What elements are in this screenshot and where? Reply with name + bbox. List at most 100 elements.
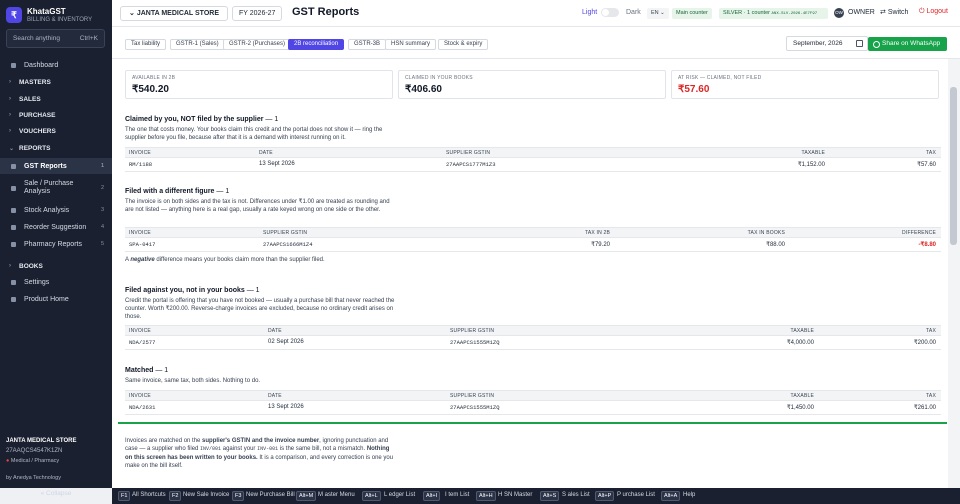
- shortcut-label[interactable]: P urchase List: [617, 492, 655, 498]
- reorder-icon: [11, 224, 16, 230]
- shortcut-label[interactable]: M aster Menu: [318, 492, 355, 498]
- shortcut-label[interactable]: New Sale Invoice: [183, 492, 229, 498]
- section-title-not-filed: Claimed by you, NOT filed by the supplie…: [125, 116, 278, 123]
- shortcut-label[interactable]: All Shortcuts: [132, 492, 166, 498]
- sidebar-item-purchase[interactable]: › PURCHASE: [0, 107, 112, 123]
- avatar[interactable]: OW: [834, 8, 844, 18]
- tab-hsn-summary[interactable]: HSN summary: [385, 39, 437, 50]
- summary-card-at-risk: AT RISK — CLAIMED, NOT FILED ₹57.60: [671, 70, 939, 99]
- sidebar-item-sale-purchase-analysis[interactable]: Sale / Purchase Analysis 2: [0, 177, 112, 199]
- table-row: RM/1188 13 Sept 2026 27AAPCS1777M1Z3 ₹1,…: [125, 158, 941, 172]
- shortcut-key[interactable]: Alt+H: [476, 491, 496, 501]
- column-header: SUPPLIER GSTIN: [263, 230, 308, 236]
- sidebar-item-product-home[interactable]: Product Home: [0, 291, 112, 307]
- tab-2b-reconciliation[interactable]: 2B reconciliation: [288, 39, 345, 50]
- sidebar-item-pharmacy-reports[interactable]: Pharmacy Reports 5: [0, 236, 112, 252]
- counter-badge: Main counter: [672, 8, 712, 19]
- column-header: TAX IN 2B: [584, 230, 610, 236]
- sidebar-item-stock-analysis[interactable]: Stock Analysis 3: [0, 202, 112, 218]
- sidebar-item-masters[interactable]: › MASTERS: [0, 74, 112, 90]
- tab-gstr2[interactable]: GSTR-2 (Purchases): [223, 39, 292, 50]
- shortcut-key[interactable]: Alt+S: [540, 491, 560, 501]
- language-label: EN: [651, 10, 659, 16]
- column-header: SUPPLIER GSTIN: [450, 328, 495, 334]
- month-picker[interactable]: September, 2026: [786, 36, 868, 51]
- tax-cell: ₹261.00: [913, 405, 936, 411]
- sidebar-item-label: VOUCHERS: [19, 127, 56, 135]
- shortcut-key[interactable]: Alt+L: [362, 491, 381, 501]
- stock-icon: [11, 207, 16, 213]
- sidebar-item-reorder-suggestion[interactable]: Reorder Suggestion 4: [0, 219, 112, 235]
- sidebar-item-dashboard[interactable]: Dashboard: [0, 57, 112, 73]
- switch-button[interactable]: ⇄ Switch: [880, 8, 908, 16]
- shortcut-key[interactable]: Alt+P: [595, 491, 615, 501]
- column-header: TAX: [926, 328, 936, 334]
- column-header: TAXABLE: [801, 150, 825, 156]
- date-cell: 13 Sept 2026: [268, 404, 304, 410]
- section-title-matched: Matched — 1: [125, 367, 168, 374]
- tab-stock-expiry[interactable]: Stock & expiry: [438, 39, 489, 50]
- logout-button[interactable]: ⏻ Logout: [919, 8, 948, 16]
- shortcut-label[interactable]: L edger List: [384, 492, 415, 498]
- shortcut-label[interactable]: H SN Master: [498, 492, 532, 498]
- column-header: SUPPLIER GSTIN: [450, 393, 495, 399]
- column-header: DIFFERENCE: [902, 230, 936, 236]
- collapse-button[interactable]: « Collapse: [0, 490, 112, 497]
- app-name: KhataGST: [27, 7, 66, 16]
- difference-cell: -₹8.80: [918, 242, 937, 248]
- shortcut-key[interactable]: F3: [232, 491, 245, 501]
- invoice-cell: SPA-0417: [129, 241, 156, 248]
- sidebar-item-settings[interactable]: Settings: [0, 274, 112, 290]
- sidebar-item-label: REPORTS: [19, 144, 51, 152]
- shortcut-label[interactable]: New Purchase Bill: [246, 492, 295, 498]
- shortcut-label[interactable]: I tem List: [445, 492, 469, 498]
- language-selector[interactable]: EN ⌄: [647, 8, 669, 19]
- sidebar-item-gst-reports[interactable]: GST Reports 1: [0, 158, 112, 174]
- note-code: INV-001: [257, 446, 279, 453]
- shop-type: ● Medical / Pharmacy: [6, 458, 59, 464]
- tab-gstr3b[interactable]: GSTR-3B: [348, 39, 387, 50]
- shortcut-hint: 3: [100, 207, 104, 213]
- theme-light-label[interactable]: Light: [582, 9, 597, 16]
- scrollbar[interactable]: [948, 59, 960, 488]
- shortcut-key[interactable]: F1: [118, 491, 131, 501]
- shortcut-key[interactable]: Alt+A: [661, 491, 681, 501]
- tab-gstr1[interactable]: GSTR-1 (Sales): [170, 39, 225, 50]
- shop-selector[interactable]: ⌄ JANTA MEDICAL STORE: [120, 6, 229, 21]
- chevron-right-icon: ›: [9, 128, 11, 134]
- gstin-cell: 27AAPCS1777M1Z3: [446, 161, 496, 168]
- license-key: ANX-SLV-2026-4E7F97: [771, 12, 818, 16]
- shortcut-label[interactable]: Help: [683, 492, 695, 498]
- sidebar-item-label: Sale / Purchase: [24, 180, 74, 187]
- theme-dark-label[interactable]: Dark: [626, 9, 641, 16]
- scrollbar-thumb[interactable]: [950, 87, 957, 245]
- app-logo-icon: ₹: [6, 7, 22, 23]
- switch-label: Switch: [887, 9, 909, 16]
- pharmacy-badge-icon: ●: [6, 458, 10, 464]
- column-header: DATE: [268, 328, 282, 334]
- shortcut-key[interactable]: Alt+I: [423, 491, 441, 501]
- tab-tax-liability[interactable]: Tax liability: [125, 39, 167, 50]
- section-divider: [118, 422, 947, 424]
- theme-toggle[interactable]: [601, 8, 619, 17]
- shortcut-key[interactable]: Alt+M: [296, 491, 317, 501]
- sidebar-item-label: Settings: [24, 278, 50, 286]
- search-input[interactable]: Search anything Ctrl+K: [6, 29, 105, 48]
- shortcut-label[interactable]: S ales List: [562, 492, 590, 498]
- sidebar-item-label: Reorder Suggestion: [24, 223, 87, 231]
- share-whatsapp-button[interactable]: Share on WhatsApp: [868, 37, 947, 51]
- chevron-down-icon: ⌄: [660, 10, 665, 16]
- sidebar-item-books[interactable]: › BOOKS: [0, 258, 112, 274]
- gstin-cell: 27AAPCS1555M1ZQ: [450, 404, 500, 411]
- section-title-different-figure: Filed with a different figure — 1: [125, 188, 229, 195]
- shortcut-key[interactable]: F2: [169, 491, 182, 501]
- fy-selector[interactable]: FY 2026-27: [232, 6, 283, 21]
- sidebar-item-vouchers[interactable]: › VOUCHERS: [0, 123, 112, 139]
- sidebar-item-reports[interactable]: ⌄ REPORTS: [0, 140, 112, 156]
- sidebar-item-sales[interactable]: › SALES: [0, 91, 112, 107]
- chevron-right-icon: ›: [9, 79, 11, 85]
- chevron-right-icon: ›: [9, 96, 11, 102]
- sidebar-item-label: Product Home: [24, 295, 69, 303]
- table-header: INVOICE DATE SUPPLIER GSTIN TAXABLE TAX: [125, 390, 941, 401]
- credit-text: by Anedya Technology: [6, 475, 61, 481]
